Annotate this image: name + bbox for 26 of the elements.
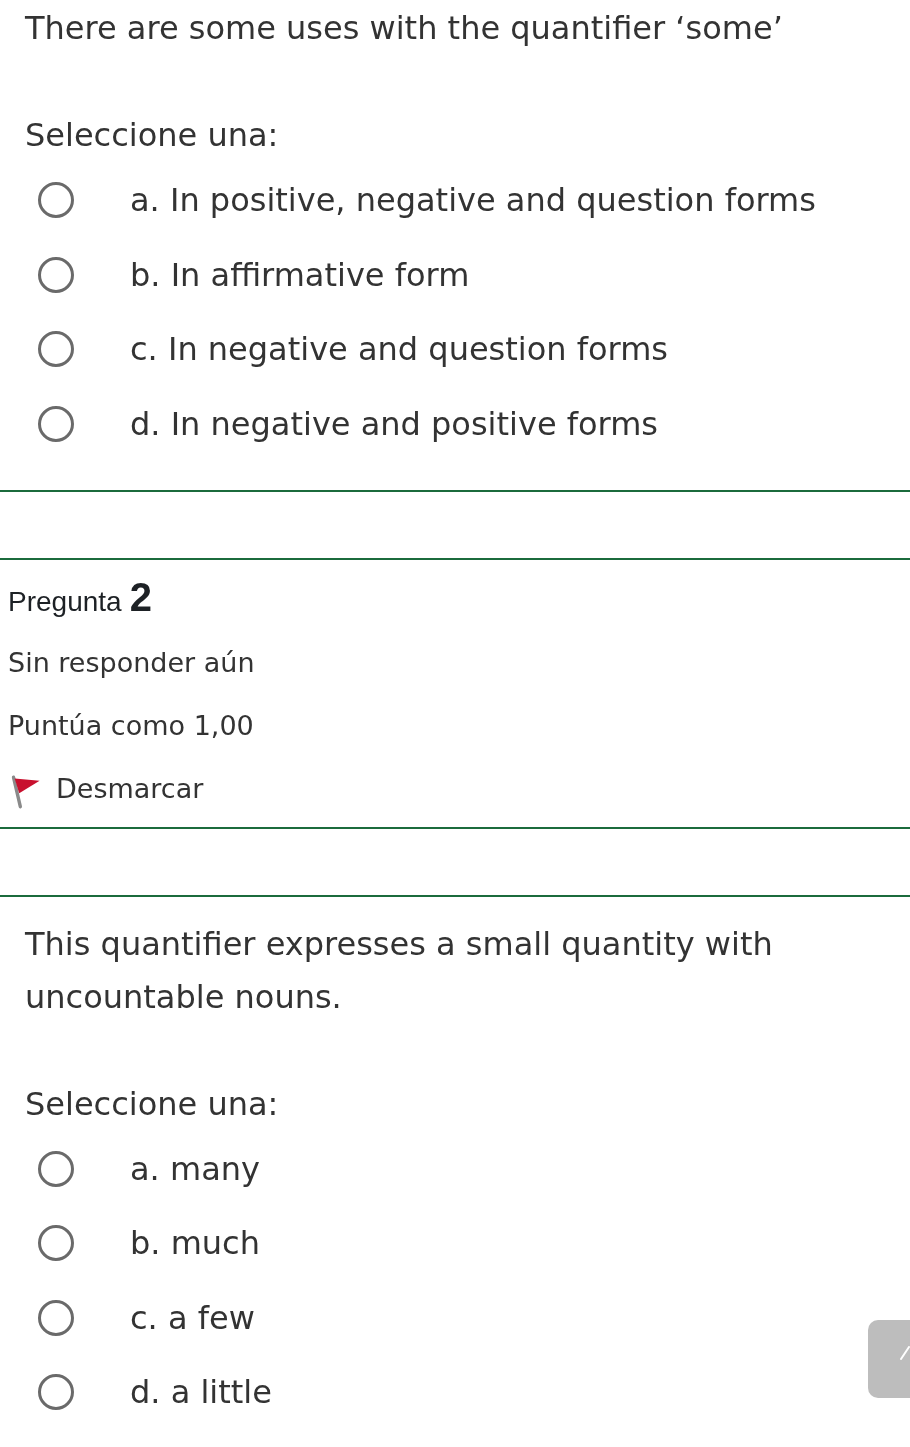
answer-option-label[interactable]: b. In affirmative form (130, 255, 470, 294)
answer-option-label[interactable]: d. a little (130, 1373, 272, 1412)
answer-option-label[interactable]: a. In positive, negative and question forms (130, 181, 816, 220)
radio-button[interactable] (38, 1225, 74, 1262)
radio-button[interactable] (38, 1374, 74, 1411)
question-text: There are some uses with the quantifier ‘some’ (24, 8, 784, 49)
question-number: 2 (129, 575, 152, 620)
question-text: This quantifier expresses a small quantity with uncountable nouns. (24, 923, 774, 1018)
radio-button[interactable] (38, 1150, 74, 1187)
question-label: Pregunta (8, 586, 122, 618)
radio-button[interactable] (38, 405, 74, 442)
radio-button[interactable] (38, 331, 74, 368)
answer-prompt: Seleccione una: (24, 1083, 279, 1125)
answer-option-label[interactable]: c. In negative and question forms (130, 330, 669, 369)
question-grade: Puntúa como 1,00 (8, 708, 254, 743)
answer-option-label[interactable]: c. a few (130, 1298, 255, 1337)
answer-prompt: Seleccione una: (24, 115, 279, 156)
radio-button[interactable] (38, 1299, 74, 1336)
chevron-icon (900, 1346, 910, 1360)
flag-toggle[interactable]: Desmarcar (10, 767, 204, 810)
answer-option-label[interactable]: d. In negative and positive forms (130, 404, 658, 443)
answer-option-label[interactable]: b. much (130, 1224, 260, 1263)
radio-button[interactable] (38, 182, 74, 219)
radio-button[interactable] (38, 256, 74, 293)
answer-option-label[interactable]: a. many (130, 1149, 260, 1188)
question-status: Sin responder aún (8, 646, 255, 680)
